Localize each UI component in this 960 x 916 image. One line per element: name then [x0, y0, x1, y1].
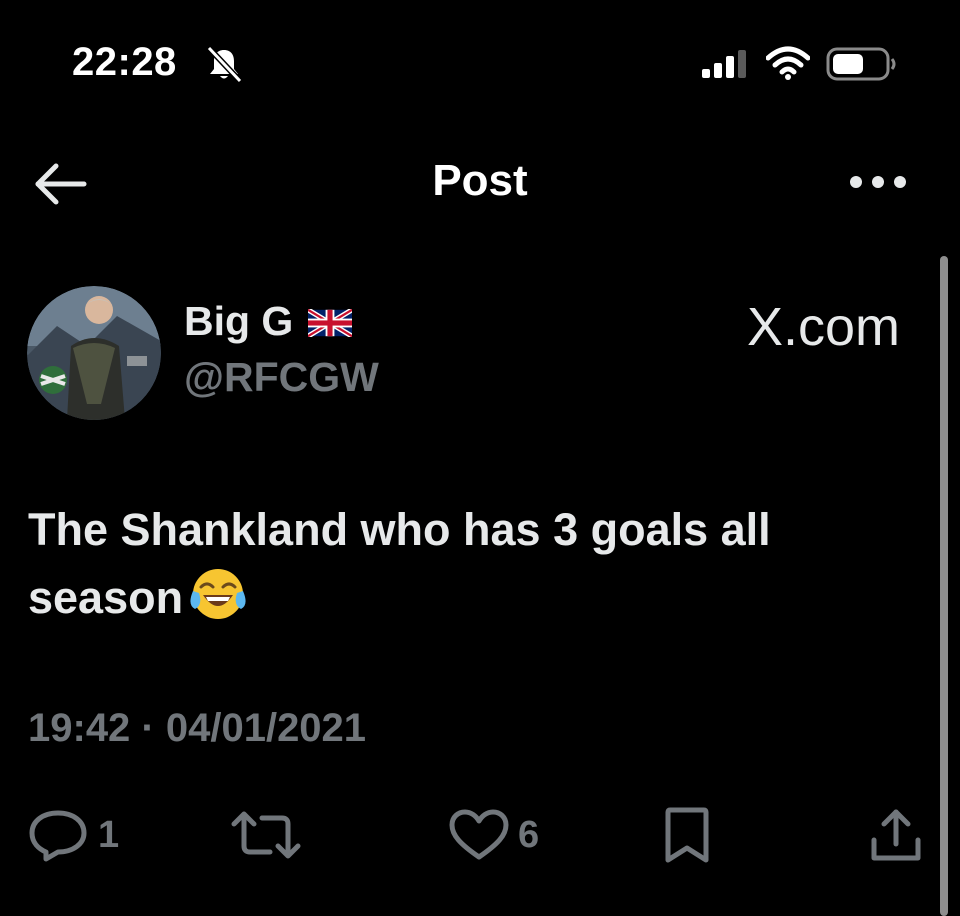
bell-slash-icon	[206, 45, 243, 84]
action-bar: 1 6	[0, 800, 960, 870]
battery-icon	[826, 47, 896, 81]
bookmark-button[interactable]	[662, 800, 712, 870]
more-options-icon[interactable]	[846, 166, 910, 198]
tears-of-joy-emoji-icon	[190, 569, 246, 619]
post-text-body: The Shankland who has 3 goals all season	[28, 504, 771, 623]
share-button[interactable]	[868, 800, 924, 870]
watermark: X.com	[746, 297, 900, 357]
avatar[interactable]	[27, 286, 161, 420]
like-button[interactable]: 6	[448, 800, 539, 870]
navigation-bar: Post	[0, 140, 960, 224]
uk-flag-icon	[308, 309, 352, 337]
repost-icon	[231, 811, 301, 859]
reply-count: 1	[98, 813, 120, 856]
post-timestamp[interactable]: 19:42 · 04/01/2021	[28, 706, 366, 751]
share-icon	[871, 809, 921, 861]
bookmark-icon	[665, 807, 709, 863]
heart-icon	[449, 809, 509, 860]
repost-button[interactable]	[230, 800, 302, 870]
page-title: Post	[432, 156, 528, 205]
reply-button[interactable]: 1	[28, 800, 119, 870]
wifi-icon	[766, 46, 810, 80]
cellular-signal-icon	[702, 50, 746, 78]
reply-icon	[29, 810, 87, 862]
post-text: The Shankland who has 3 goals all season	[28, 496, 908, 632]
author-handle[interactable]: @RFCGW	[184, 354, 379, 401]
author-display-name[interactable]: Big G	[184, 298, 293, 345]
status-bar: 22:28	[0, 0, 960, 120]
status-time: 22:28	[72, 40, 177, 84]
like-count: 6	[518, 813, 540, 856]
